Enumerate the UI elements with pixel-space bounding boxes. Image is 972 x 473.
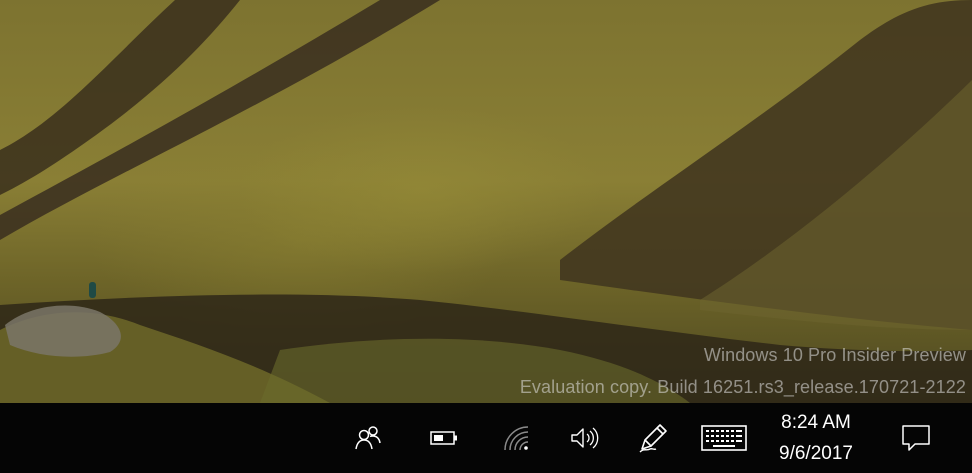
watermark-build: Evaluation copy. Build 16251.rs3_release… bbox=[519, 377, 966, 397]
volume-icon bbox=[571, 427, 599, 449]
clock-button[interactable]: 8:24 AM 9/6/2017 bbox=[760, 403, 872, 473]
touch-keyboard-icon bbox=[701, 425, 747, 451]
desktop-wallpaper: Windows 10 Pro Insider Preview Evaluatio… bbox=[0, 0, 972, 403]
battery-button[interactable] bbox=[422, 403, 466, 473]
volume-button[interactable] bbox=[564, 403, 604, 473]
pen-workspace-icon bbox=[639, 424, 667, 453]
clock-date: 9/6/2017 bbox=[779, 442, 853, 464]
battery-icon bbox=[430, 431, 457, 445]
clock-time: 8:24 AM bbox=[781, 411, 851, 433]
notification-icon bbox=[902, 425, 930, 451]
wifi-icon bbox=[504, 426, 529, 451]
pen-workspace-button[interactable] bbox=[632, 403, 676, 473]
people-button[interactable] bbox=[346, 403, 390, 473]
network-button[interactable] bbox=[496, 403, 536, 473]
action-center-button[interactable] bbox=[894, 403, 938, 473]
watermark-edition: Windows 10 Pro Insider Preview bbox=[703, 345, 966, 365]
wallpaper-landscape bbox=[0, 0, 972, 403]
taskbar: 8:24 AM 9/6/2017 bbox=[0, 403, 972, 473]
people-icon bbox=[355, 426, 381, 450]
touch-keyboard-button[interactable] bbox=[698, 403, 750, 473]
